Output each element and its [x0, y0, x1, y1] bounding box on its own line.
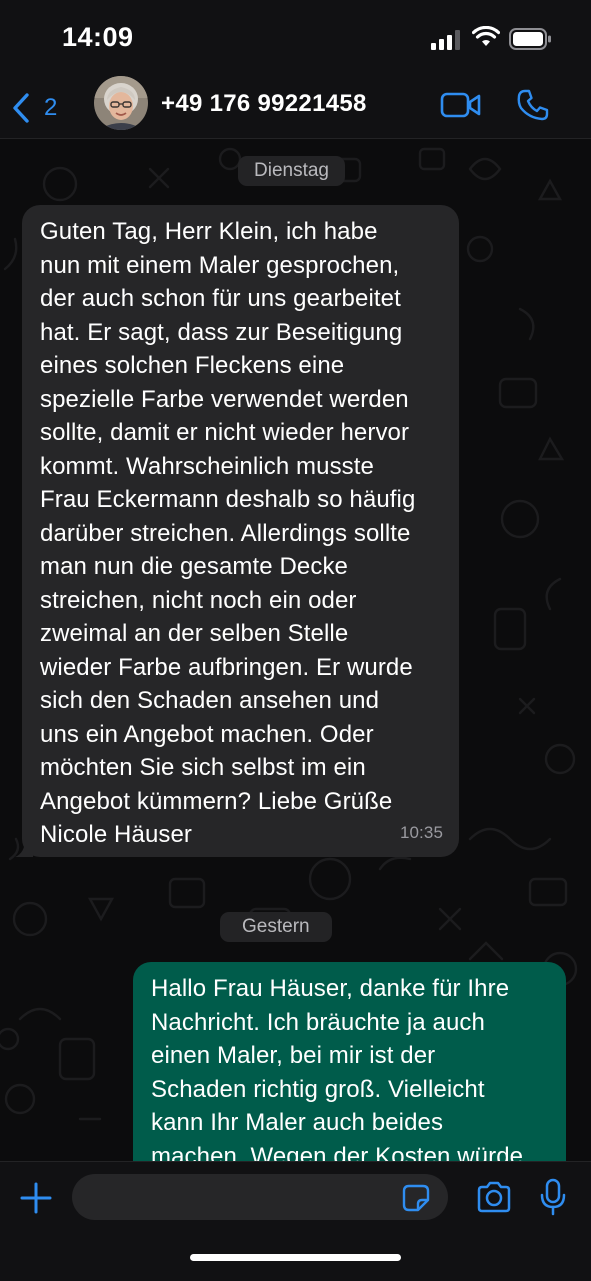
incoming-message-bubble[interactable]: Guten Tag, Herr Klein, ich habe nun mit …: [15, 205, 459, 857]
message-line: Angebot kümmern? Liebe Grüße: [40, 787, 393, 815]
message-line: machen. Wegen der Kosten würde: [151, 1142, 524, 1162]
message-line: Hallo Frau Häuser, danke für Ihre: [151, 975, 510, 1002]
message-line: sollte, damit er nicht wieder hervor: [40, 419, 410, 446]
message-text: Guten Tag, Herr Klein, ich habe nun mit …: [40, 215, 443, 852]
status-bar: 14:09: [0, 0, 591, 78]
message-line: Nachricht. Ich bräuchte ja auch: [151, 1008, 485, 1036]
avatar[interactable]: [94, 76, 148, 130]
message-line: Frau Eckermann deshalb so häufig: [40, 486, 416, 513]
plus-icon[interactable]: [18, 1180, 54, 1216]
message-text: Hallo Frau Häuser, danke für Ihre Nachri…: [151, 972, 550, 1161]
message-line: hat. Er sagt, dass zur Beseitigung: [40, 318, 403, 346]
message-line: kommt. Wahrscheinlich musste: [40, 452, 374, 480]
message-line: Guten Tag, Herr Klein, ich habe: [40, 218, 378, 245]
signal-icon: [431, 30, 460, 50]
message-line: darüber streichen. Allerdings sollte: [40, 519, 411, 547]
wifi-icon: [472, 26, 500, 46]
outgoing-message-bubble[interactable]: Hallo Frau Häuser, danke für Ihre Nachri…: [133, 962, 566, 1161]
chevron-left-icon: [13, 93, 29, 123]
message-line: zweimal an der selben Stelle: [40, 620, 349, 647]
battery-icon: [509, 28, 551, 50]
avatar-photo: [94, 76, 148, 130]
message-line: man nun die gesamte Decke: [40, 553, 349, 580]
back-button[interactable]: 2: [10, 88, 57, 128]
home-indicator: [190, 1254, 401, 1261]
message-line: sich den Schaden ansehen und: [40, 687, 380, 714]
bubble-tail: [15, 839, 33, 857]
message-line: einen Maler, bei mir ist der: [151, 1042, 436, 1069]
chat-header: 2 +49 176 99221458: [0, 76, 591, 139]
phone-icon[interactable]: [516, 88, 550, 122]
message-line: spezielle Farbe verwendet werden: [40, 385, 409, 413]
input-bar: [0, 1161, 591, 1281]
message-line: wieder Farbe aufbringen. Er wurde: [40, 653, 413, 681]
message-line: nun mit einem Maler gesprochen,: [40, 251, 400, 279]
message-line: Nicole Häuser: [40, 821, 193, 848]
date-separator: Gestern: [220, 912, 332, 942]
date-separator: Dienstag: [238, 156, 345, 186]
status-time: 14:09: [62, 22, 134, 52]
message-line: kann Ihr Maler auch beides: [151, 1109, 444, 1136]
video-call-icon[interactable]: [440, 90, 482, 120]
unread-count: 2: [44, 94, 58, 121]
message-line: eines solchen Fleckens eine: [40, 352, 345, 379]
message-line: streichen, nicht noch ein oder: [40, 586, 357, 614]
message-line: möchten Sie sich selbst im ein: [40, 754, 366, 781]
message-timestamp: 10:35: [399, 822, 443, 842]
message-line: der auch schon für uns gearbeitet: [40, 285, 401, 312]
camera-icon[interactable]: [476, 1181, 512, 1213]
message-input[interactable]: [72, 1174, 448, 1220]
microphone-icon[interactable]: [540, 1178, 566, 1216]
message-line: Schaden richtig groß. Vielleicht: [151, 1075, 485, 1103]
message-line: uns ein Angebot machen. Oder: [40, 720, 374, 748]
chat-area[interactable]: Dienstag Guten Tag, Herr Klein, ich habe…: [0, 139, 591, 1161]
contact-name[interactable]: +49 176 99221458: [161, 90, 367, 118]
sticker-icon[interactable]: [401, 1183, 431, 1213]
